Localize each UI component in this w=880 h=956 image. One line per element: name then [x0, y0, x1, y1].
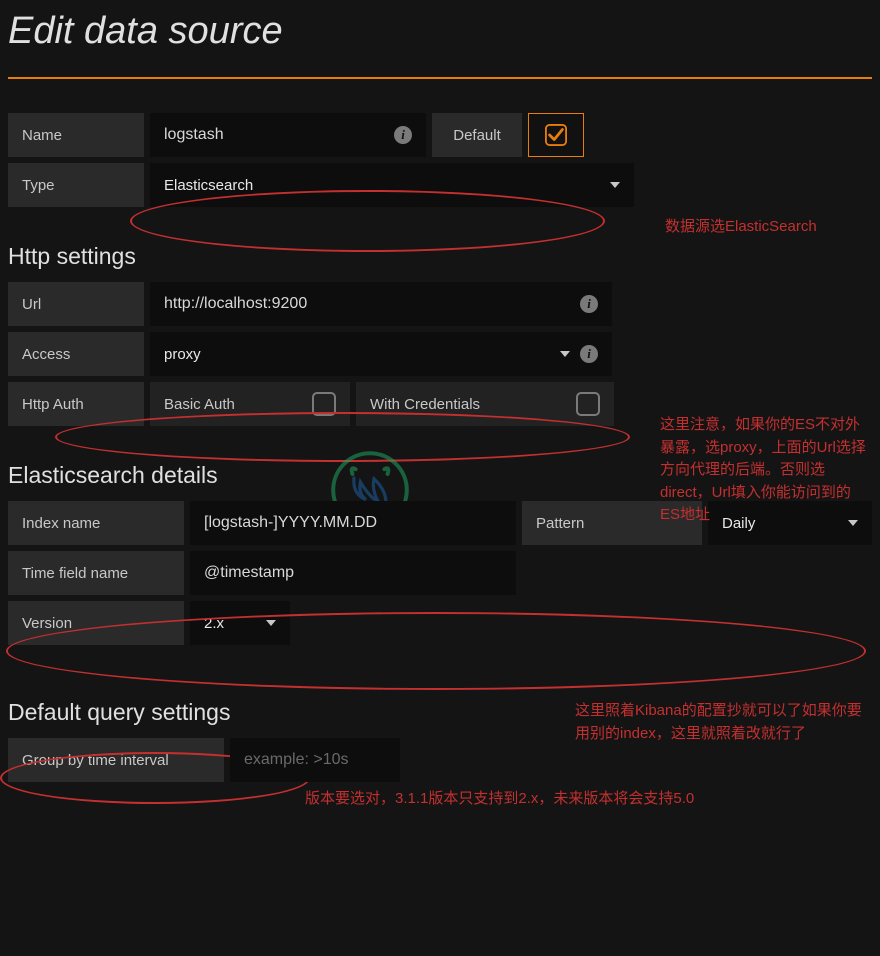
name-row: Name Default — [8, 113, 872, 157]
type-value: Elasticsearch — [164, 177, 253, 194]
annotation-access: 这里注意，如果你的ES不对外暴露，选proxy，上面的Url选择方向代理的后端。… — [660, 414, 870, 527]
version-label: Version — [8, 601, 184, 645]
info-icon[interactable] — [580, 345, 598, 363]
index-input[interactable] — [204, 501, 502, 545]
with-credentials-label: With Credentials — [370, 396, 480, 413]
annotation-index: 这里照着Kibana的配置抄就可以了如果你要用别的index，这里就照着改就行了 — [575, 700, 865, 745]
type-select[interactable]: Elasticsearch — [150, 163, 634, 207]
http-auth-label: Http Auth — [8, 382, 144, 426]
index-label: Index name — [8, 501, 184, 545]
name-input-wrap[interactable] — [150, 113, 426, 157]
version-value: 2.x — [204, 615, 224, 632]
access-label: Access — [8, 332, 144, 376]
info-icon[interactable] — [394, 126, 412, 144]
annotation-type: 数据源选ElasticSearch — [665, 216, 817, 239]
type-label: Type — [8, 163, 144, 207]
with-credentials-checkbox[interactable] — [576, 392, 600, 416]
annotation-version: 版本要选对，3.1.1版本只支持到2.x，未来版本将会支持5.0 — [305, 788, 694, 811]
url-input-wrap[interactable] — [150, 282, 612, 326]
timefield-input-wrap[interactable] — [190, 551, 516, 595]
access-value: proxy — [164, 346, 201, 363]
default-checkbox[interactable] — [528, 113, 584, 157]
timefield-label: Time field name — [8, 551, 184, 595]
version-row: Version 2.x — [8, 601, 872, 645]
group-by-input[interactable] — [244, 738, 386, 782]
basic-auth-checkbox[interactable] — [312, 392, 336, 416]
page-title: Edit data source — [8, 0, 872, 79]
chevron-down-icon — [266, 620, 276, 626]
http-settings-title: Http settings — [8, 243, 872, 270]
group-by-input-wrap[interactable] — [230, 738, 400, 782]
chevron-down-icon — [610, 182, 620, 188]
url-label: Url — [8, 282, 144, 326]
access-row: Access proxy — [8, 332, 872, 376]
version-select[interactable]: 2.x — [190, 601, 290, 645]
basic-auth-label: Basic Auth — [164, 396, 235, 413]
name-input[interactable] — [164, 113, 394, 157]
info-icon[interactable] — [580, 295, 598, 313]
timefield-row: Time field name — [8, 551, 872, 595]
with-credentials-wrap: With Credentials — [356, 382, 614, 426]
chevron-down-icon — [560, 351, 570, 357]
group-by-label: Group by time interval — [8, 738, 224, 782]
timefield-input[interactable] — [204, 551, 502, 595]
basic-auth-wrap: Basic Auth — [150, 382, 350, 426]
access-select[interactable]: proxy — [150, 332, 612, 376]
url-row: Url — [8, 282, 872, 326]
type-row: Type Elasticsearch — [8, 163, 872, 207]
default-label: Default — [432, 113, 522, 157]
check-icon — [545, 124, 567, 146]
index-input-wrap[interactable] — [190, 501, 516, 545]
url-input[interactable] — [164, 282, 580, 326]
name-label: Name — [8, 113, 144, 157]
